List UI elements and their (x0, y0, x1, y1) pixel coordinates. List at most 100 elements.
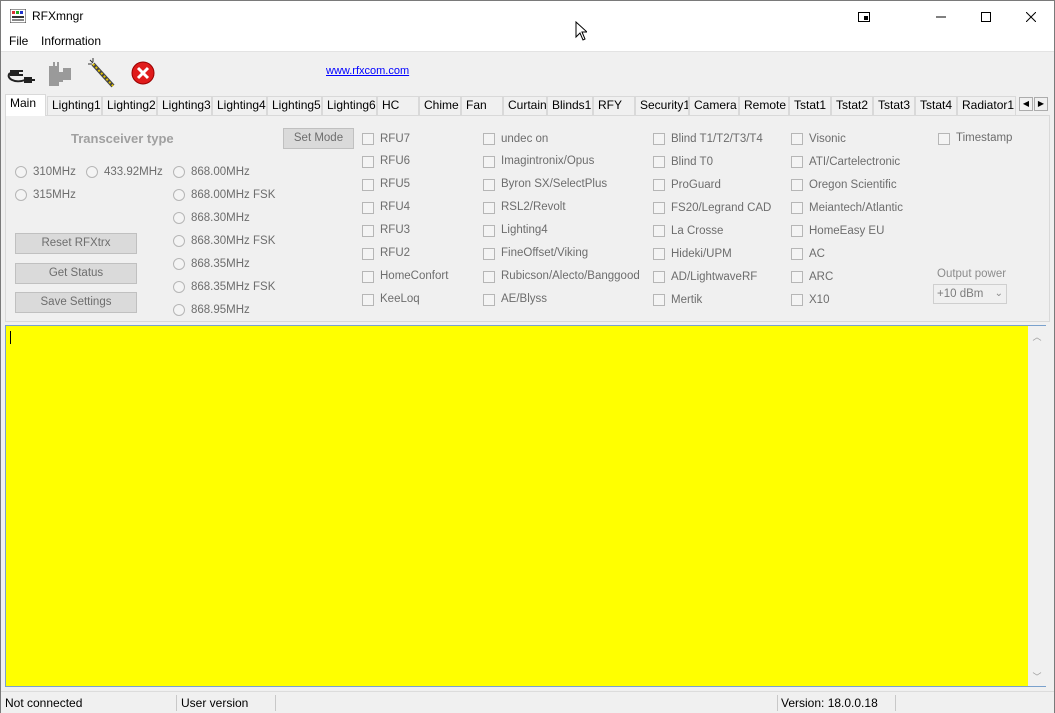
rfxcom-link[interactable]: www.rfxcom.com (326, 65, 409, 77)
disconnect-plug-icon[interactable] (45, 58, 75, 88)
radio-868-95[interactable] (173, 304, 185, 316)
checkbox-rfu5[interactable] (362, 179, 374, 191)
tab-lighting1[interactable]: Lighting1 (47, 96, 102, 115)
checkbox-proguard[interactable] (653, 179, 665, 191)
checkbox-rfu4[interactable] (362, 202, 374, 214)
scroll-up-icon[interactable]: ︿ (1028, 330, 1046, 343)
checkbox-ati[interactable] (791, 156, 803, 168)
set-mode-button[interactable]: Set Mode (283, 128, 354, 149)
checkbox-rfu3[interactable] (362, 225, 374, 237)
restore-snap-button[interactable] (841, 1, 887, 31)
tab-security1[interactable]: Security1 (635, 96, 689, 115)
checkbox-arc[interactable] (791, 271, 803, 283)
log-textarea[interactable]: ︿ ﹀ (5, 325, 1046, 687)
checkbox-byron[interactable] (483, 179, 495, 191)
checkbox-homeconfort[interactable] (362, 271, 374, 283)
checkbox-oregon[interactable] (791, 179, 803, 191)
checkbox-mertik[interactable] (653, 294, 665, 306)
checkbox-blind-t1[interactable] (653, 133, 665, 145)
radio-868-00[interactable] (173, 166, 185, 178)
checkbox-hideki[interactable] (653, 248, 665, 260)
checkbox-rfu7[interactable] (362, 133, 374, 145)
output-power-select[interactable]: +10 dBm ⌄ (933, 284, 1007, 304)
tab-lighting4[interactable]: Lighting4 (212, 96, 267, 115)
menu-file[interactable]: File (9, 34, 28, 48)
tab-lighting3[interactable]: Lighting3 (157, 96, 212, 115)
tab-rfy[interactable]: RFY (593, 96, 635, 115)
stop-error-icon[interactable] (128, 58, 158, 88)
save-settings-button[interactable]: Save Settings (15, 292, 137, 313)
radio-868-30[interactable] (173, 212, 185, 224)
menu-information[interactable]: Information (41, 34, 101, 48)
checkbox-keeloq[interactable] (362, 294, 374, 306)
wand-tool-icon[interactable] (87, 58, 117, 88)
checkbox-rfu2[interactable] (362, 248, 374, 260)
radio-868-00-label: 868.00MHz (191, 166, 250, 178)
close-button[interactable] (1008, 1, 1054, 31)
tab-tstat4[interactable]: Tstat4 (915, 96, 957, 115)
tab-radiator1[interactable]: Radiator1 (957, 96, 1016, 115)
checkbox-ac[interactable] (791, 248, 803, 260)
checkbox-imagintronix[interactable] (483, 156, 495, 168)
minimize-button[interactable] (918, 1, 964, 31)
reset-rfxtrx-button[interactable]: Reset RFXtrx (15, 233, 137, 254)
text-caret (10, 331, 11, 344)
checkbox-meiantech[interactable] (791, 202, 803, 214)
tab-camera[interactable]: Camera (689, 96, 739, 115)
tab-hc[interactable]: HC (377, 96, 419, 115)
checkbox-ati-label: ATI/Cartelectronic (809, 156, 901, 168)
radio-868-35[interactable] (173, 258, 185, 270)
tab-blinds1[interactable]: Blinds1 (547, 96, 593, 115)
checkbox-homeeasy[interactable] (791, 225, 803, 237)
tab-fan[interactable]: Fan (461, 96, 503, 115)
tab-chime[interactable]: Chime (419, 96, 461, 115)
checkbox-keeloq-label: KeeLoq (380, 293, 420, 305)
tab-curtain[interactable]: Curtain (503, 96, 547, 115)
checkbox-rubicson[interactable] (483, 271, 495, 283)
checkbox-visonic[interactable] (791, 133, 803, 145)
checkbox-ad-lightwave[interactable] (653, 271, 665, 283)
radio-315mhz[interactable] (15, 189, 27, 201)
checkbox-rubicson-label: Rubicson/Alecto/Banggood (501, 270, 640, 282)
chevron-down-icon: ⌄ (994, 288, 1003, 299)
tab-lighting2[interactable]: Lighting2 (102, 96, 157, 115)
tab-tstat2[interactable]: Tstat2 (831, 96, 873, 115)
connect-plug-icon[interactable] (7, 58, 37, 88)
checkbox-undec-on-label: undec on (501, 133, 549, 145)
log-scrollbar[interactable]: ︿ ﹀ (1028, 326, 1046, 686)
transceiver-type-heading: Transceiver type (71, 131, 174, 146)
checkbox-blind-t0[interactable] (653, 156, 665, 168)
radio-310mhz[interactable] (15, 166, 27, 178)
maximize-button[interactable] (963, 1, 1009, 31)
tab-lighting5[interactable]: Lighting5 (267, 96, 322, 115)
checkbox-proguard-label: ProGuard (671, 179, 721, 191)
checkbox-ae-blyss[interactable] (483, 294, 495, 306)
radio-868-35-label: 868.35MHz (191, 258, 250, 270)
checkbox-lighting4[interactable] (483, 225, 495, 237)
checkbox-ac-label: AC (809, 248, 825, 260)
radio-868-00-fsk[interactable] (173, 189, 185, 201)
tab-main[interactable]: Main (5, 94, 46, 116)
tab-scroll-left-button[interactable]: ◀ (1019, 97, 1033, 111)
tab-remote[interactable]: Remote (739, 96, 789, 115)
tab-tstat3[interactable]: Tstat3 (873, 96, 915, 115)
checkbox-timestamp[interactable] (938, 133, 950, 145)
radio-433mhz[interactable] (86, 166, 98, 178)
checkbox-rsl2[interactable] (483, 202, 495, 214)
checkbox-fineoffset[interactable] (483, 248, 495, 260)
toolbar: www.rfxcom.com (1, 51, 1054, 95)
checkbox-undec-on[interactable] (483, 133, 495, 145)
get-status-button[interactable]: Get Status (15, 263, 137, 284)
tab-scroll-right-button[interactable]: ▶ (1034, 97, 1048, 111)
checkbox-rfu6[interactable] (362, 156, 374, 168)
radio-868-35-fsk[interactable] (173, 281, 185, 293)
tab-tstat1[interactable]: Tstat1 (789, 96, 831, 115)
checkbox-fs20[interactable] (653, 202, 665, 214)
tab-lighting6[interactable]: Lighting6 (322, 96, 377, 115)
scroll-down-icon[interactable]: ﹀ (1028, 670, 1046, 683)
checkbox-la-crosse[interactable] (653, 225, 665, 237)
main-tab-panel: Transceiver type Set Mode 310MHz 433.92M… (5, 115, 1050, 322)
radio-868-30-fsk[interactable] (173, 235, 185, 247)
checkbox-lighting4-label: Lighting4 (501, 224, 548, 236)
checkbox-x10[interactable] (791, 294, 803, 306)
